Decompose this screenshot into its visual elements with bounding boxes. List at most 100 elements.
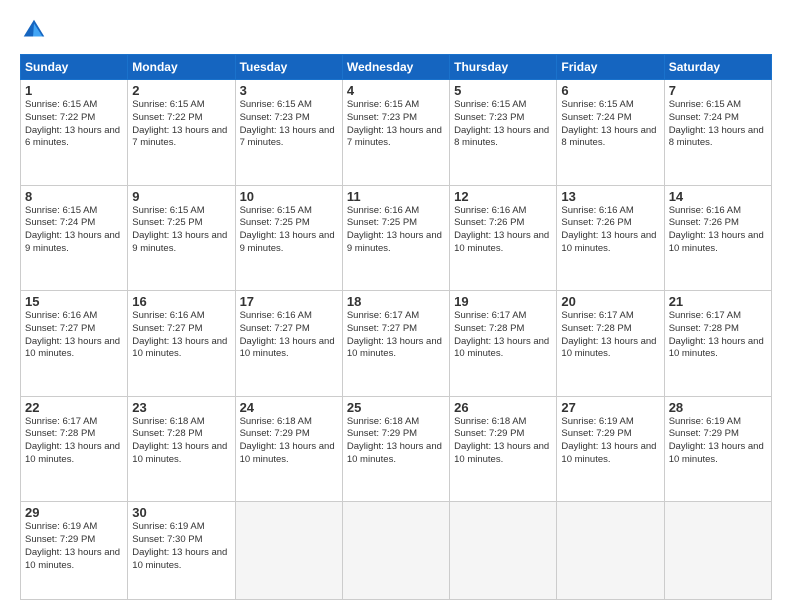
sunset-label: Sunset: 7:26 PM	[669, 217, 739, 228]
daylight-label: Daylight: 13 hours and 10 minutes.	[132, 336, 227, 360]
day-info: Sunrise: 6:16 AM Sunset: 7:27 PM Dayligh…	[132, 310, 230, 361]
daylight-label: Daylight: 13 hours and 9 minutes.	[347, 230, 442, 254]
daylight-label: Daylight: 13 hours and 7 minutes.	[132, 125, 227, 149]
sunrise-label: Sunrise: 6:19 AM	[561, 416, 633, 427]
sunset-label: Sunset: 7:24 PM	[669, 112, 739, 123]
calendar-day-cell: 3 Sunrise: 6:15 AM Sunset: 7:23 PM Dayli…	[235, 80, 342, 186]
sunset-label: Sunset: 7:24 PM	[561, 112, 631, 123]
weekday-header: Tuesday	[235, 55, 342, 80]
calendar-day-cell: 4 Sunrise: 6:15 AM Sunset: 7:23 PM Dayli…	[342, 80, 449, 186]
day-number: 6	[561, 83, 659, 98]
day-number: 20	[561, 294, 659, 309]
day-number: 21	[669, 294, 767, 309]
daylight-label: Daylight: 13 hours and 10 minutes.	[561, 441, 656, 465]
day-info: Sunrise: 6:16 AM Sunset: 7:27 PM Dayligh…	[25, 310, 123, 361]
calendar-day-cell: 18 Sunrise: 6:17 AM Sunset: 7:27 PM Dayl…	[342, 291, 449, 397]
sunset-label: Sunset: 7:28 PM	[454, 323, 524, 334]
sunrise-label: Sunrise: 6:16 AM	[132, 310, 204, 321]
sunrise-label: Sunrise: 6:15 AM	[25, 99, 97, 110]
daylight-label: Daylight: 13 hours and 10 minutes.	[454, 441, 549, 465]
calendar-day-cell: 21 Sunrise: 6:17 AM Sunset: 7:28 PM Dayl…	[664, 291, 771, 397]
daylight-label: Daylight: 13 hours and 6 minutes.	[25, 125, 120, 149]
sunrise-label: Sunrise: 6:15 AM	[132, 99, 204, 110]
sunrise-label: Sunrise: 6:18 AM	[347, 416, 419, 427]
weekday-header: Wednesday	[342, 55, 449, 80]
day-info: Sunrise: 6:17 AM Sunset: 7:28 PM Dayligh…	[561, 310, 659, 361]
day-info: Sunrise: 6:19 AM Sunset: 7:29 PM Dayligh…	[561, 416, 659, 467]
day-number: 26	[454, 400, 552, 415]
day-info: Sunrise: 6:16 AM Sunset: 7:26 PM Dayligh…	[454, 205, 552, 256]
sunset-label: Sunset: 7:22 PM	[132, 112, 202, 123]
sunset-label: Sunset: 7:27 PM	[25, 323, 95, 334]
day-number: 5	[454, 83, 552, 98]
sunset-label: Sunset: 7:27 PM	[132, 323, 202, 334]
sunrise-label: Sunrise: 6:18 AM	[132, 416, 204, 427]
day-info: Sunrise: 6:15 AM Sunset: 7:22 PM Dayligh…	[132, 99, 230, 150]
sunset-label: Sunset: 7:29 PM	[561, 428, 631, 439]
sunset-label: Sunset: 7:28 PM	[25, 428, 95, 439]
day-info: Sunrise: 6:15 AM Sunset: 7:25 PM Dayligh…	[132, 205, 230, 256]
day-number: 29	[25, 505, 123, 520]
calendar-day-cell: 10 Sunrise: 6:15 AM Sunset: 7:25 PM Dayl…	[235, 185, 342, 291]
day-info: Sunrise: 6:16 AM Sunset: 7:25 PM Dayligh…	[347, 205, 445, 256]
calendar-day-cell: 6 Sunrise: 6:15 AM Sunset: 7:24 PM Dayli…	[557, 80, 664, 186]
daylight-label: Daylight: 13 hours and 10 minutes.	[347, 441, 442, 465]
day-number: 1	[25, 83, 123, 98]
calendar-week-row: 1 Sunrise: 6:15 AM Sunset: 7:22 PM Dayli…	[21, 80, 772, 186]
daylight-label: Daylight: 13 hours and 10 minutes.	[25, 441, 120, 465]
sunrise-label: Sunrise: 6:15 AM	[240, 99, 312, 110]
sunrise-label: Sunrise: 6:19 AM	[25, 521, 97, 532]
sunrise-label: Sunrise: 6:16 AM	[240, 310, 312, 321]
calendar-day-cell	[557, 502, 664, 600]
sunset-label: Sunset: 7:22 PM	[25, 112, 95, 123]
sunrise-label: Sunrise: 6:19 AM	[132, 521, 204, 532]
day-info: Sunrise: 6:15 AM Sunset: 7:23 PM Dayligh…	[454, 99, 552, 150]
sunset-label: Sunset: 7:29 PM	[454, 428, 524, 439]
day-info: Sunrise: 6:18 AM Sunset: 7:29 PM Dayligh…	[240, 416, 338, 467]
calendar-day-cell: 20 Sunrise: 6:17 AM Sunset: 7:28 PM Dayl…	[557, 291, 664, 397]
calendar-day-cell: 22 Sunrise: 6:17 AM Sunset: 7:28 PM Dayl…	[21, 396, 128, 502]
calendar-day-cell: 12 Sunrise: 6:16 AM Sunset: 7:26 PM Dayl…	[450, 185, 557, 291]
daylight-label: Daylight: 13 hours and 10 minutes.	[669, 230, 764, 254]
calendar-day-cell: 27 Sunrise: 6:19 AM Sunset: 7:29 PM Dayl…	[557, 396, 664, 502]
daylight-label: Daylight: 13 hours and 10 minutes.	[669, 441, 764, 465]
sunset-label: Sunset: 7:27 PM	[240, 323, 310, 334]
day-info: Sunrise: 6:19 AM Sunset: 7:30 PM Dayligh…	[132, 521, 230, 572]
day-info: Sunrise: 6:17 AM Sunset: 7:28 PM Dayligh…	[454, 310, 552, 361]
calendar-week-row: 15 Sunrise: 6:16 AM Sunset: 7:27 PM Dayl…	[21, 291, 772, 397]
daylight-label: Daylight: 13 hours and 7 minutes.	[347, 125, 442, 149]
sunset-label: Sunset: 7:30 PM	[132, 534, 202, 545]
sunset-label: Sunset: 7:27 PM	[347, 323, 417, 334]
day-number: 18	[347, 294, 445, 309]
sunrise-label: Sunrise: 6:15 AM	[454, 99, 526, 110]
day-info: Sunrise: 6:15 AM Sunset: 7:23 PM Dayligh…	[240, 99, 338, 150]
sunset-label: Sunset: 7:25 PM	[347, 217, 417, 228]
sunset-label: Sunset: 7:28 PM	[561, 323, 631, 334]
day-number: 17	[240, 294, 338, 309]
day-number: 14	[669, 189, 767, 204]
calendar-week-row: 29 Sunrise: 6:19 AM Sunset: 7:29 PM Dayl…	[21, 502, 772, 600]
day-info: Sunrise: 6:17 AM Sunset: 7:27 PM Dayligh…	[347, 310, 445, 361]
calendar-day-cell: 17 Sunrise: 6:16 AM Sunset: 7:27 PM Dayl…	[235, 291, 342, 397]
daylight-label: Daylight: 13 hours and 10 minutes.	[240, 336, 335, 360]
calendar-header-row: SundayMondayTuesdayWednesdayThursdayFrid…	[21, 55, 772, 80]
sunrise-label: Sunrise: 6:15 AM	[561, 99, 633, 110]
weekday-header: Friday	[557, 55, 664, 80]
calendar-day-cell: 9 Sunrise: 6:15 AM Sunset: 7:25 PM Dayli…	[128, 185, 235, 291]
calendar-day-cell: 28 Sunrise: 6:19 AM Sunset: 7:29 PM Dayl…	[664, 396, 771, 502]
day-info: Sunrise: 6:18 AM Sunset: 7:29 PM Dayligh…	[347, 416, 445, 467]
day-number: 22	[25, 400, 123, 415]
day-info: Sunrise: 6:16 AM Sunset: 7:27 PM Dayligh…	[240, 310, 338, 361]
day-number: 27	[561, 400, 659, 415]
daylight-label: Daylight: 13 hours and 10 minutes.	[454, 336, 549, 360]
day-info: Sunrise: 6:15 AM Sunset: 7:24 PM Dayligh…	[561, 99, 659, 150]
day-info: Sunrise: 6:15 AM Sunset: 7:24 PM Dayligh…	[25, 205, 123, 256]
day-number: 30	[132, 505, 230, 520]
calendar-day-cell	[342, 502, 449, 600]
sunset-label: Sunset: 7:25 PM	[132, 217, 202, 228]
calendar-day-cell	[450, 502, 557, 600]
day-number: 13	[561, 189, 659, 204]
sunrise-label: Sunrise: 6:16 AM	[669, 205, 741, 216]
sunset-label: Sunset: 7:25 PM	[240, 217, 310, 228]
day-number: 8	[25, 189, 123, 204]
